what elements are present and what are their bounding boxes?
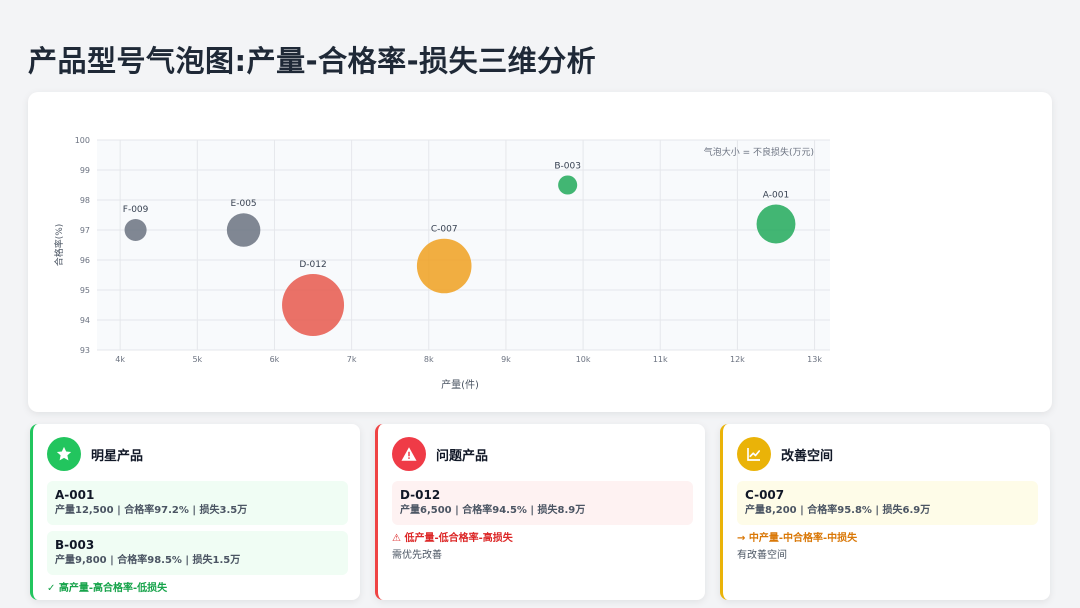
y-tick-label: 99 <box>80 166 90 175</box>
bubble-label: D-012 <box>299 260 326 270</box>
product-item-b003: B-003 产量9,800 | 合格率98.5% | 损失1.5万 <box>47 531 348 575</box>
card-header: 明星产品 <box>47 436 348 472</box>
x-tick-label: 12k <box>730 355 745 364</box>
y-tick-label: 98 <box>80 196 90 205</box>
problem-products-card: 问题产品 D-012 产量6,500 | 合格率94.5% | 损失8.9万 ⚠… <box>375 424 705 600</box>
bubble-label: E-005 <box>231 199 257 209</box>
bubble-d-012[interactable] <box>282 274 345 336</box>
x-tick-label: 6k <box>270 355 280 364</box>
bubble-chart-card: 4k 5k 6k 7k 8k 9k 10k 11k 12k 13k 93 94 95 96 97 98 99 10… <box>28 92 1052 412</box>
page-title: 产品型号气泡图:产量-合格率-损失三维分析 <box>28 44 597 78</box>
x-tick-label: 9k <box>501 355 511 364</box>
product-stats: 产量9,800 | 合格率98.5% | 损失1.5万 <box>55 555 241 566</box>
product-stats: 产量8,200 | 合格率95.8% | 损失6.9万 <box>745 505 931 516</box>
y-tick-label: 96 <box>80 256 90 265</box>
card-header: 问题产品 <box>392 436 693 472</box>
x-tick-label: 10k <box>576 355 591 364</box>
star-products-card: 明星产品 A-001 产量12,500 | 合格率97.2% | 损失3.5万 … <box>30 424 360 600</box>
bubble-label: B-003 <box>554 161 581 171</box>
improvement-card: 改善空间 C-007 产量8,200 | 合格率95.8% | 损失6.9万 →… <box>720 424 1050 600</box>
bubble-f-009[interactable] <box>124 218 147 242</box>
bubble-chart: 4k 5k 6k 7k 8k 9k 10k 11k 12k 13k 93 94 95 96 97 98 99 10… <box>53 136 830 391</box>
action-note: 有改善空间 <box>737 550 787 561</box>
x-tick-label: 13k <box>807 355 822 364</box>
card-title: 明星产品 <box>91 448 144 464</box>
card-header: 改善空间 <box>737 436 1038 472</box>
y-tick-label: 97 <box>80 226 90 235</box>
card-title: 改善空间 <box>781 448 834 464</box>
product-name: D-012 <box>400 488 441 502</box>
card-title: 问题产品 <box>436 448 489 464</box>
plot-area <box>97 140 830 350</box>
star-icon <box>47 437 81 471</box>
y-axis-label: 合格率(%) <box>53 224 65 267</box>
product-name: C-007 <box>745 488 785 502</box>
bubble-a-001[interactable] <box>756 204 796 244</box>
size-legend-note: 气泡大小 = 不良损失(万元) <box>704 146 814 158</box>
product-name: A-001 <box>55 488 95 502</box>
trend-chart-icon <box>737 437 771 471</box>
x-tick-label: 7k <box>347 355 357 364</box>
product-item-a001: A-001 产量12,500 | 合格率97.2% | 损失3.5万 <box>47 481 348 525</box>
x-axis-label: 产量(件) <box>441 378 479 391</box>
product-item-c007: C-007 产量8,200 | 合格率95.8% | 损失6.9万 <box>737 481 1038 525</box>
y-tick-label: 93 <box>80 346 90 355</box>
category-tag: ✓ 高产量-高合格率-低损失 <box>47 583 168 594</box>
category-tag: → 中产量-中合格率-中损失 <box>737 533 858 544</box>
bubble-c-007[interactable] <box>416 238 472 294</box>
warning-icon <box>392 437 426 471</box>
x-tick-label: 8k <box>424 355 434 364</box>
bubble-label: F-009 <box>123 205 149 215</box>
y-tick-label: 100 <box>75 136 90 145</box>
y-tick-label: 95 <box>80 286 90 295</box>
x-tick-label: 5k <box>192 355 202 364</box>
bubble-b-003[interactable] <box>558 175 578 195</box>
product-stats: 产量6,500 | 合格率94.5% | 损失8.9万 <box>400 505 586 516</box>
product-stats: 产量12,500 | 合格率97.2% | 损失3.5万 <box>55 505 248 516</box>
bubble-label: C-007 <box>431 225 458 235</box>
x-tick-label: 11k <box>653 355 668 364</box>
product-item-d012: D-012 产量6,500 | 合格率94.5% | 损失8.9万 <box>392 481 693 525</box>
product-name: B-003 <box>55 538 95 552</box>
bubble-label: A-001 <box>763 191 789 201</box>
category-tag: ⚠ 低产量-低合格率-高损失 <box>392 533 513 544</box>
action-note: 需优先改善 <box>392 550 442 561</box>
y-tick-label: 94 <box>80 316 90 325</box>
x-tick-label: 4k <box>115 355 125 364</box>
bubble-e-005[interactable] <box>226 213 261 247</box>
